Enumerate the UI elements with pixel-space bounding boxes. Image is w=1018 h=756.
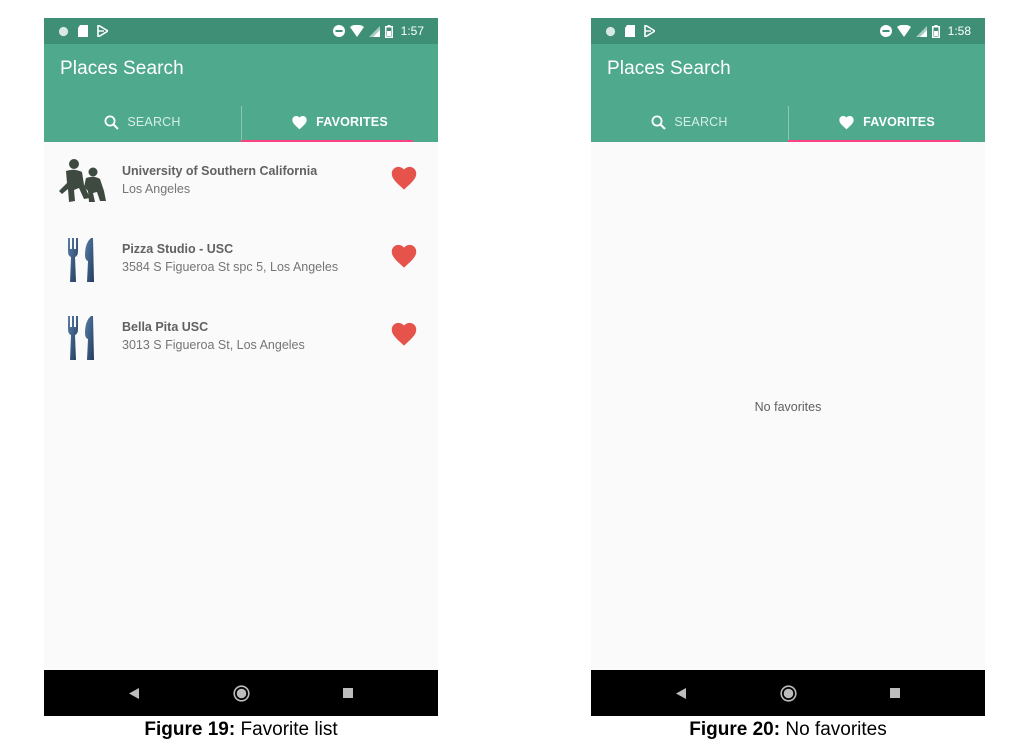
figure-caption: Figure 20: No favorites <box>591 719 985 741</box>
battery-icon <box>384 24 393 38</box>
play-store-icon <box>97 25 108 37</box>
figure-caption-number: Figure 20: <box>689 719 781 740</box>
tab-favorites[interactable]: FAVORITES <box>241 102 438 142</box>
app-bar: Places Search SEARCH FAVORITES <box>44 44 438 142</box>
university-icon <box>59 159 106 202</box>
sd-card-icon <box>625 25 635 37</box>
search-icon <box>651 115 667 130</box>
app-title: Places Search <box>60 58 184 79</box>
back-icon <box>676 687 686 699</box>
place-address: Los Angeles <box>122 182 191 196</box>
tab-favorites-label: FAVORITES <box>316 115 388 129</box>
play-store-icon <box>644 25 655 37</box>
heart-icon <box>292 115 307 129</box>
do-not-disturb-icon <box>332 25 345 37</box>
app-bar: Places Search SEARCH FAVORITES <box>591 44 985 142</box>
search-icon <box>104 115 120 130</box>
figure-caption-number: Figure 19: <box>144 719 236 740</box>
nav-recents-button[interactable] <box>865 670 925 716</box>
figure-caption-text: Favorite list <box>235 719 338 740</box>
status-time: 1:58 <box>947 24 971 38</box>
signal-icon <box>915 25 927 37</box>
back-icon <box>129 687 139 699</box>
navigation-bar <box>44 670 438 716</box>
place-name: Bella Pita USC <box>122 320 209 334</box>
heart-icon <box>839 115 854 129</box>
tab-favorites[interactable]: FAVORITES <box>788 102 985 142</box>
place-address: 3584 S Figueroa St spc 5, Los Angeles <box>122 260 339 274</box>
recents-icon <box>890 688 900 698</box>
tab-search[interactable]: SEARCH <box>591 102 788 142</box>
nav-recents-button[interactable] <box>318 670 378 716</box>
home-icon <box>232 684 250 702</box>
circle-notification-icon <box>605 26 616 36</box>
place-address: 3013 S Figueroa St, Los Angeles <box>122 338 305 352</box>
nav-home-button[interactable] <box>758 670 818 716</box>
battery-icon <box>931 24 940 38</box>
favorites-empty-state: No favorites <box>591 142 985 670</box>
list-item[interactable]: Bella Pita USC 3013 S Figueroa St, Los A… <box>44 298 438 376</box>
recents-icon <box>343 688 353 698</box>
sd-card-icon <box>78 25 88 37</box>
favorite-heart-icon[interactable] <box>390 243 418 269</box>
favorite-heart-icon[interactable] <box>390 165 418 191</box>
nav-home-button[interactable] <box>211 670 271 716</box>
app-title: Places Search <box>607 58 731 79</box>
empty-message: No favorites <box>754 400 822 414</box>
tab-search[interactable]: SEARCH <box>44 102 241 142</box>
status-bar: 1:57 <box>44 18 438 44</box>
signal-icon <box>368 25 380 37</box>
tab-bar: SEARCH FAVORITES <box>44 102 438 142</box>
tab-search-label: SEARCH <box>674 115 728 129</box>
place-name: University of Southern California <box>122 164 318 178</box>
navigation-bar <box>591 670 985 716</box>
wifi-icon <box>896 25 911 37</box>
tab-search-label: SEARCH <box>127 115 181 129</box>
do-not-disturb-icon <box>879 25 892 37</box>
favorite-heart-icon[interactable] <box>390 321 418 347</box>
wifi-icon <box>349 25 364 37</box>
place-name: Pizza Studio - USC <box>122 242 234 256</box>
home-icon <box>779 684 797 702</box>
nav-back-button[interactable] <box>651 670 711 716</box>
restaurant-icon <box>68 238 94 282</box>
tab-favorites-label: FAVORITES <box>863 115 935 129</box>
phone-screen-favorite-list: 1:57 Places Search SEARCH FAVORITES Univ… <box>44 18 438 716</box>
tab-bar: SEARCH FAVORITES <box>591 102 985 142</box>
list-item[interactable]: Pizza Studio - USC 3584 S Figueroa St sp… <box>44 220 438 298</box>
figure-caption: Figure 19: Favorite list <box>44 719 438 741</box>
figure-caption-text: No favorites <box>780 719 887 740</box>
list-item[interactable]: University of Southern California Los An… <box>44 142 438 220</box>
phone-screen-no-favorites: 1:58 Places Search SEARCH FAVORITES No f… <box>591 18 985 716</box>
circle-notification-icon <box>58 26 69 36</box>
status-time: 1:57 <box>400 24 424 38</box>
nav-back-button[interactable] <box>104 670 164 716</box>
restaurant-icon <box>68 316 94 360</box>
status-bar: 1:58 <box>591 18 985 44</box>
favorites-list: University of Southern California Los An… <box>44 142 438 670</box>
